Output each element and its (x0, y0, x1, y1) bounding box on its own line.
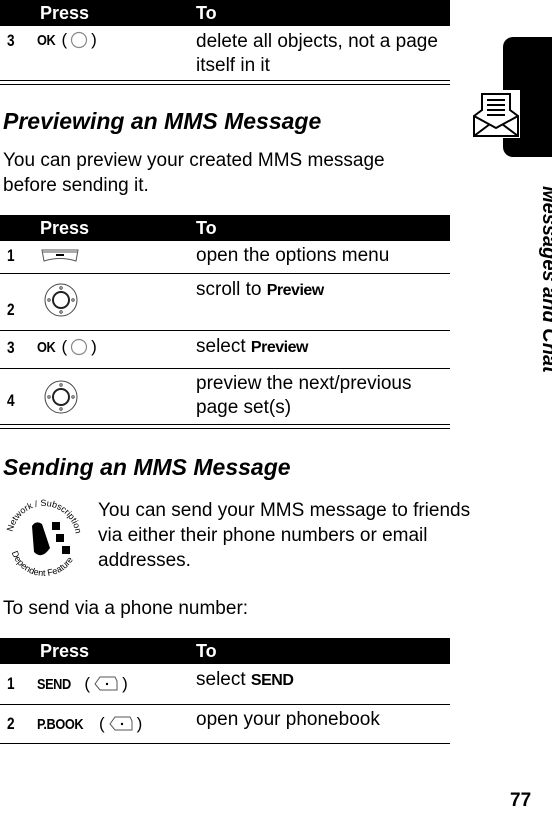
center-select-key-icon (71, 31, 88, 49)
table-end-rule (0, 80, 450, 85)
table-header: Press To (0, 215, 450, 241)
action-text: preview the next/previous page set(s) (196, 373, 412, 418)
header-to: To (196, 3, 217, 23)
step-number: 2 (7, 300, 15, 319)
navigation-key-icon (44, 380, 78, 414)
table-row: 2 P.BOOK () open your phonebook (0, 705, 450, 744)
svg-text:Network / Subscription: Network / Subscription (5, 498, 84, 534)
header-press: Press (40, 641, 90, 661)
navigation-key-icon (44, 283, 78, 317)
page-number: 77 (510, 790, 532, 811)
table-row: 2 scroll to Preview (0, 274, 450, 331)
section-title-preview: Previewing an MMS Message (3, 108, 322, 134)
action-text: select SEND (196, 668, 446, 693)
press-cell: SEND () (37, 674, 128, 693)
action-text: open your phonebook (196, 709, 380, 730)
send-intro: You can send your MMS message to friends… (98, 500, 471, 571)
step-number: 2 (7, 714, 15, 733)
action-prefix: scroll to (196, 279, 267, 300)
header-press: Press (40, 3, 90, 23)
header-press: Press (40, 218, 90, 238)
menu-key-icon (41, 249, 79, 262)
send-subheading: To send via a phone number: (3, 598, 249, 619)
table-row: 1 open the options menu (0, 241, 450, 274)
step-number: 4 (7, 391, 15, 410)
preview-intro: You can preview your created MMS message… (3, 150, 385, 196)
table-row: 1 SEND () select SEND (0, 664, 450, 705)
badge-top-text: Network / Subscription (5, 498, 84, 534)
step-number: 1 (7, 674, 15, 693)
soft-key-icon (109, 716, 133, 731)
header-to: To (196, 641, 217, 661)
table-row: 4 preview the next/previous page set(s) (0, 369, 450, 424)
table-header: Press To (0, 638, 450, 664)
action-text: scroll to Preview (196, 278, 446, 303)
key-label: OK (37, 31, 56, 49)
key-label: SEND (37, 675, 71, 693)
network-feature-badge-icon: Network / Subscription Dependent Feature (5, 498, 84, 578)
section-title-send: Sending an MMS Message (3, 454, 291, 480)
step-number: 1 (7, 246, 15, 265)
key-label: OK (37, 338, 56, 356)
action-text: open the options menu (196, 245, 390, 266)
menu-option: Preview (250, 339, 308, 356)
action-text: delete all objects, not a page itself in… (196, 31, 438, 76)
table-row: 3 OK() delete all objects, not a page it… (0, 26, 450, 78)
press-cell: P.BOOK () (37, 714, 143, 733)
envelope-icon (472, 90, 520, 138)
action-prefix: select (196, 669, 251, 690)
step-number: 3 (7, 338, 15, 357)
key-label: P.BOOK (37, 715, 84, 733)
menu-option: SEND (250, 672, 294, 689)
chapter-title: Messages and Chat (538, 186, 552, 373)
step-number: 3 (7, 31, 15, 50)
press-cell: OK() (37, 30, 97, 49)
center-select-key-icon (71, 338, 88, 356)
table-row: 3 OK() select Preview (0, 331, 450, 369)
action-text: select Preview (196, 335, 446, 360)
menu-option: Preview (266, 282, 324, 299)
header-to: To (196, 218, 217, 238)
action-prefix: select (196, 336, 251, 357)
soft-key-icon (94, 676, 118, 691)
table-end-rule (0, 424, 450, 429)
press-cell: OK() (37, 337, 97, 356)
table-header: Press To (0, 0, 450, 26)
